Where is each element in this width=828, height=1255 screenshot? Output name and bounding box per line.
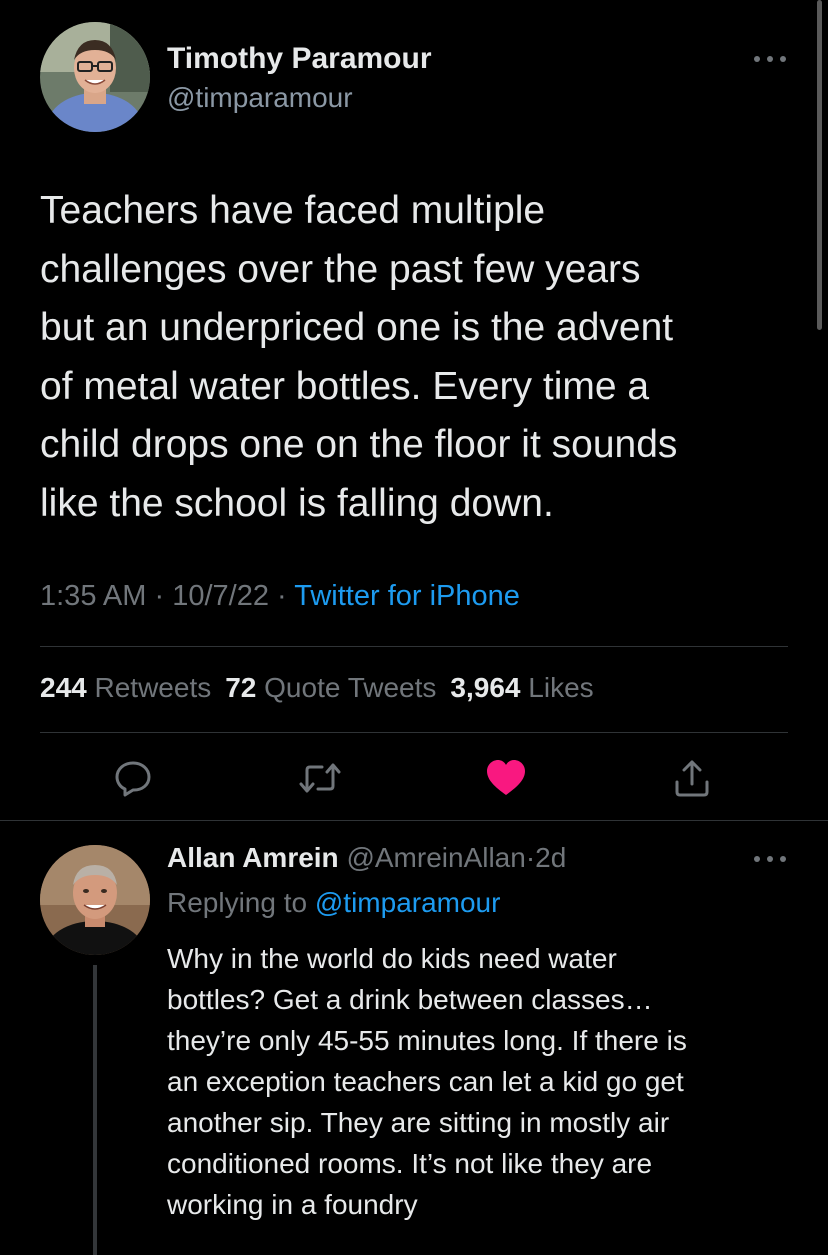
likes-stat[interactable]: 3,964 Likes <box>450 672 593 703</box>
retweet-icon <box>299 763 341 793</box>
quote-tweets-stat[interactable]: 72 Quote Tweets <box>225 672 436 703</box>
replying-to-mention[interactable]: @timparamour <box>315 887 501 918</box>
reply-author-handle[interactable]: @AmreinAllan <box>346 842 525 873</box>
quote-label: Quote Tweets <box>264 672 437 703</box>
reply-button[interactable] <box>111 756 155 800</box>
retweets-count: 244 <box>40 672 87 703</box>
reply-age: 2d <box>535 842 567 873</box>
tweet-stats: 244 Retweets 72 Quote Tweets 3,964 Likes <box>40 672 594 704</box>
reply-icon <box>115 761 151 797</box>
tweet-date: 10/7/22 <box>172 580 269 612</box>
meta-separator: · <box>154 580 165 612</box>
likes-count: 3,964 <box>450 672 521 703</box>
reply-header: Allan Amrein @AmreinAllan·2d <box>167 842 566 874</box>
more-options-icon[interactable] <box>754 52 786 66</box>
tweet-meta: 1:35 AM · 10/7/22 · Twitter for iPhone <box>40 580 520 613</box>
like-button[interactable] <box>484 756 528 800</box>
likes-label: Likes <box>528 672 594 703</box>
reply-text: Why in the world do kids need water bott… <box>167 943 687 1220</box>
quote-count: 72 <box>225 672 257 703</box>
replying-to-label: Replying to <box>167 887 308 918</box>
avatar[interactable] <box>40 845 150 955</box>
avatar[interactable] <box>40 22 150 132</box>
divider <box>40 646 788 647</box>
share-icon <box>675 760 709 797</box>
divider <box>40 732 788 733</box>
scrollbar[interactable] <box>817 0 822 330</box>
tweet-time: 1:35 AM <box>40 580 147 612</box>
heart-icon <box>487 760 525 795</box>
tweet-text: Teachers have faced multiple challenges … <box>40 189 678 525</box>
retweets-stat[interactable]: 244 Retweets <box>40 672 211 703</box>
divider <box>0 820 828 821</box>
author-name[interactable]: Timothy Paramour <box>167 42 432 76</box>
replying-to: Replying to @timparamour <box>167 887 500 919</box>
retweets-label: Retweets <box>94 672 212 703</box>
author-handle[interactable]: @timparamour <box>167 82 353 114</box>
meta-separator: · <box>277 580 287 612</box>
share-button[interactable] <box>670 756 714 800</box>
thread-line <box>93 965 97 1255</box>
retweet-button[interactable] <box>298 756 342 800</box>
more-options-icon[interactable] <box>754 852 786 866</box>
reply-author-name[interactable]: Allan Amrein <box>167 842 339 873</box>
tweet-source-link[interactable]: Twitter for iPhone <box>294 580 520 612</box>
meta-separator: · <box>525 842 536 873</box>
